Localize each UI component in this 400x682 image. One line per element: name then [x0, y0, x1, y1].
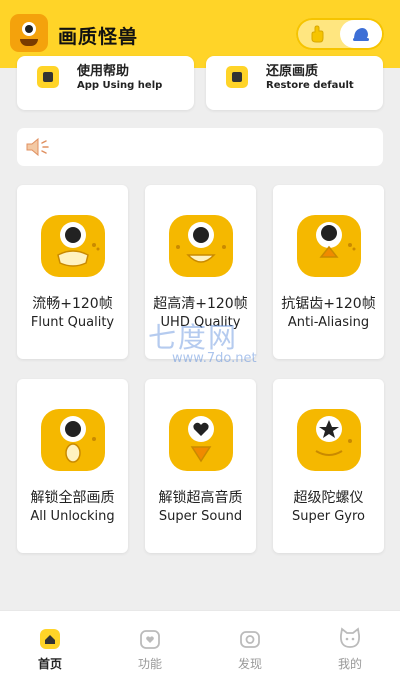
restore-card-subtitle: Restore default: [266, 80, 354, 91]
restore-icon: [226, 66, 248, 88]
moon-icon: [353, 28, 369, 41]
monster-heart-icon: [169, 409, 233, 471]
feature-subtitle: All Unlocking: [30, 509, 115, 524]
heart-bag-icon: [140, 630, 160, 649]
feature-subtitle: Flunt Quality: [30, 315, 115, 330]
feature-card-unlock-all[interactable]: 解锁全部画质 All Unlocking: [17, 379, 128, 553]
nav-label: 发现: [237, 657, 262, 671]
feature-subtitle: Anti-Aliasing: [287, 315, 370, 330]
discover-icon: [240, 631, 260, 648]
feature-card-super-gyro[interactable]: 超级陀螺仪 Super Gyro: [273, 379, 384, 553]
bottom-nav: 首页 功能 发现 我的: [0, 610, 400, 682]
monster-tooth-icon: [297, 215, 361, 277]
feature-title: 流畅+120帧: [32, 296, 113, 312]
speaker-icon: [26, 137, 49, 157]
app-logo: [10, 14, 48, 52]
monster-smile-icon: [41, 215, 105, 277]
feature-title: 解锁超高音质: [158, 490, 243, 506]
notice-bar[interactable]: [17, 128, 383, 166]
watermark-title: 七度网: [148, 321, 239, 354]
feature-card-anti-aliasing[interactable]: 抗锯齿+120帧 Anti-Aliasing: [273, 185, 384, 359]
monster-star-eye-icon: [297, 409, 361, 471]
help-icon: [37, 66, 59, 88]
nav-mine[interactable]: 我的: [300, 611, 400, 682]
home-icon: [40, 629, 60, 649]
hand-icon: [311, 25, 324, 43]
feature-subtitle: Super Sound: [158, 509, 243, 524]
cat-icon: [340, 627, 360, 648]
theme-toggle[interactable]: [296, 18, 384, 50]
monster-surprise-icon: [41, 409, 105, 471]
restore-card[interactable]: 还原画质 Restore default: [206, 56, 383, 110]
nav-discover[interactable]: 发现: [200, 611, 300, 682]
feature-title: 抗锯齿+120帧: [281, 296, 376, 312]
watermark-url: www.7do.net: [172, 351, 257, 366]
help-card[interactable]: 使用帮助 App Using help: [17, 56, 194, 110]
app-title: 画质怪兽: [58, 26, 139, 48]
help-card-subtitle: App Using help: [77, 80, 163, 91]
feature-title: 解锁全部画质: [30, 490, 115, 506]
help-card-title: 使用帮助: [77, 64, 130, 79]
nav-label: 功能: [137, 657, 162, 671]
feature-title: 超级陀螺仪: [293, 490, 364, 506]
nav-features[interactable]: 功能: [100, 611, 200, 682]
feature-title: 超高清+120帧: [153, 296, 248, 312]
nav-label: 我的: [337, 657, 362, 671]
nav-home[interactable]: 首页: [0, 611, 100, 682]
nav-label: 首页: [37, 657, 62, 671]
feature-card-super-sound[interactable]: 解锁超高音质 Super Sound: [145, 379, 256, 553]
restore-card-title: 还原画质: [266, 64, 319, 79]
monster-grin-icon: [169, 215, 233, 277]
feature-subtitle: Super Gyro: [292, 509, 365, 524]
feature-card-fluent[interactable]: 流畅+120帧 Flunt Quality: [17, 185, 128, 359]
